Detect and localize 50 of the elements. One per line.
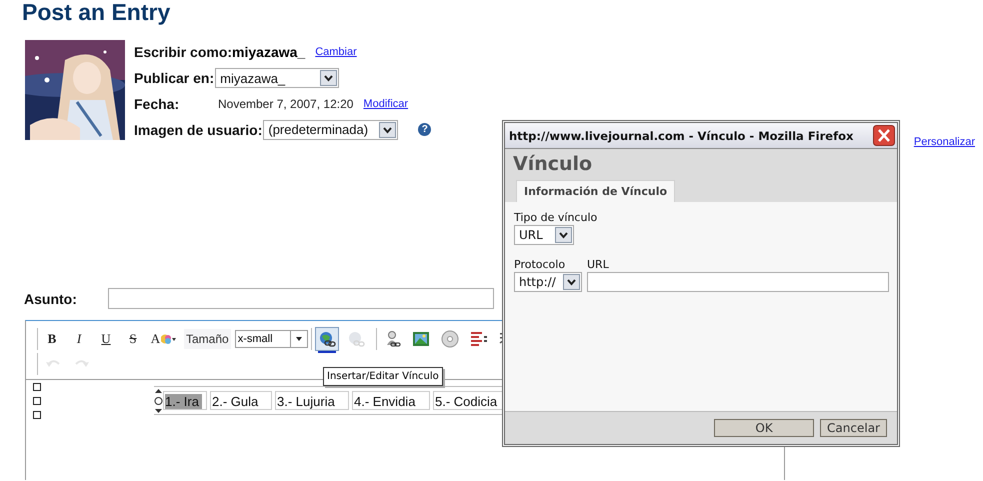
table-cell[interactable]: 4.- Envidia xyxy=(352,391,430,410)
field-label: URL xyxy=(587,258,610,271)
subject-label: Asunto: xyxy=(24,290,78,306)
table-cell[interactable]: 2.- Gula xyxy=(210,391,272,410)
square-marker-icon xyxy=(33,411,41,419)
dialog-heading: Vínculo xyxy=(512,152,594,177)
subject-field[interactable] xyxy=(108,288,494,309)
field-label: Tipo de vínculo xyxy=(514,211,598,224)
table-cell[interactable]: 1.- Ira xyxy=(163,391,207,410)
userpic-select[interactable]: (predeterminada) xyxy=(263,120,398,140)
username: miyazawa_ xyxy=(232,44,306,60)
globe-link-icon xyxy=(318,330,336,348)
modify-link[interactable]: Modificar xyxy=(363,98,408,110)
close-icon[interactable] xyxy=(873,125,895,146)
page-title: Post an Entry xyxy=(22,0,170,25)
disc-icon xyxy=(440,330,459,348)
journal-select[interactable]: miyazawa_ xyxy=(215,68,340,88)
link-type-select[interactable]: URL xyxy=(514,225,574,245)
list-icon xyxy=(470,330,488,348)
italic-button[interactable]: I xyxy=(68,328,90,350)
field-label: Protocolo xyxy=(514,258,566,271)
window-title: http://www.livejournal.com - Vínculo - Mozilla Firefox xyxy=(509,128,854,142)
palette-icon xyxy=(161,334,178,344)
resize-handle-icon xyxy=(154,388,163,412)
bold-button[interactable]: B xyxy=(41,328,63,350)
form-label: Imagen de usuario: xyxy=(134,122,262,138)
underline-button[interactable]: U xyxy=(95,328,117,350)
font-color-button[interactable]: A xyxy=(149,328,179,350)
form-label: Fecha: xyxy=(134,96,180,112)
tab[interactable]: Información de Vínculo xyxy=(516,180,676,202)
strikethrough-button[interactable]: S xyxy=(122,328,144,350)
size-label: Tamaño xyxy=(184,328,231,348)
form-label: Escribir como: xyxy=(134,44,232,60)
help-icon[interactable]: ? xyxy=(418,123,432,136)
customize-link[interactable]: Personalizar xyxy=(914,136,975,148)
square-marker-icon xyxy=(33,383,41,391)
protocol-select[interactable]: http:// xyxy=(514,272,582,292)
date-value: November 7, 2007, 12:20 xyxy=(218,96,354,111)
url-field[interactable] xyxy=(587,272,889,292)
square-marker-icon xyxy=(33,397,41,405)
tooltip: Insertar/Editar Vínculo xyxy=(323,367,443,386)
globe-link-icon xyxy=(346,330,365,348)
change-link[interactable]: Cambiar xyxy=(315,46,357,58)
image-icon xyxy=(412,330,430,348)
cancel-button[interactable]: Cancelar xyxy=(820,419,887,437)
size-select[interactable]: x-small xyxy=(234,330,308,348)
ok-button[interactable]: OK xyxy=(714,419,814,437)
globe-link-button[interactable] xyxy=(314,326,339,350)
form-label: Publicar en: xyxy=(134,70,214,86)
table-cell[interactable]: 3.- Lujuria xyxy=(275,391,349,410)
